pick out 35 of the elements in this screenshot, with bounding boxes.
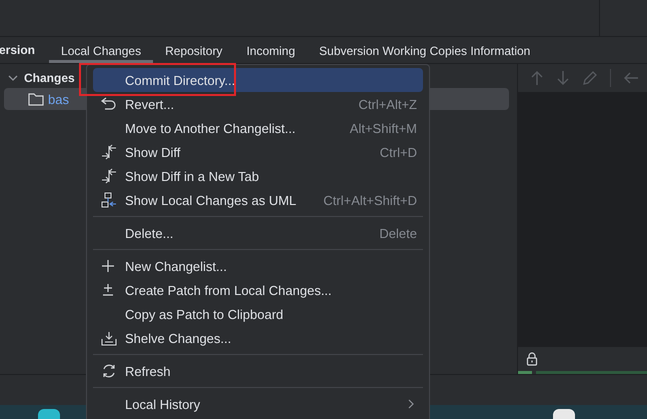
- menu-item[interactable]: Commit Directory...: [93, 68, 423, 92]
- chevron-icon[interactable]: [8, 73, 18, 83]
- tab[interactable]: Incoming: [234, 42, 308, 63]
- menu-item[interactable]: Create Patch from Local Changes...: [93, 278, 423, 302]
- menu-item[interactable]: Delete... Delete: [93, 221, 423, 245]
- menu-item[interactable]: Show Local Changes as UML Ctrl+Alt+Shift+D: [93, 188, 423, 212]
- menu-item[interactable]: Local History: [93, 392, 423, 416]
- taskbar-icon[interactable]: [553, 409, 575, 419]
- chevron-right-icon: [407, 399, 415, 409]
- pencil-icon[interactable]: [582, 70, 598, 86]
- arrow-up-icon[interactable]: [530, 70, 544, 86]
- menu-item[interactable]: Move to Another Changelist... Alt+Shift+M: [93, 116, 423, 140]
- plus-icon: [101, 259, 115, 273]
- tab[interactable]: Repository: [153, 42, 234, 63]
- tree-node-label: Changes: [24, 71, 75, 85]
- menu-item[interactable]: Refresh: [93, 359, 423, 383]
- menu-item[interactable]: Shelve Changes...: [93, 326, 423, 350]
- folder-icon: [28, 92, 44, 106]
- refresh-icon: [101, 363, 117, 379]
- diff-arrows-icon: [101, 168, 117, 184]
- menu-item[interactable]: Revert... Ctrl+Alt+Z: [93, 92, 423, 116]
- menu-item[interactable]: New Changelist...: [93, 254, 423, 278]
- menu-item[interactable]: Copy as Patch to Clipboard: [93, 302, 423, 326]
- menu-item[interactable]: Show Diff Ctrl+D: [93, 140, 423, 164]
- diff-arrows-icon: [101, 144, 117, 160]
- arrow-down-icon[interactable]: [556, 70, 570, 86]
- diagram-icon: [101, 192, 117, 208]
- menu-item[interactable]: Show Diff in a New Tab: [93, 164, 423, 188]
- plus-minus-icon: [101, 283, 115, 297]
- tab[interactable]: Subversion Working Copies Information: [307, 42, 542, 63]
- undo-icon: [101, 97, 117, 111]
- lock-icon: [526, 352, 538, 366]
- taskbar-icon[interactable]: [38, 409, 60, 419]
- tray-download-icon: [101, 330, 117, 346]
- arrow-left-icon[interactable]: [623, 71, 639, 85]
